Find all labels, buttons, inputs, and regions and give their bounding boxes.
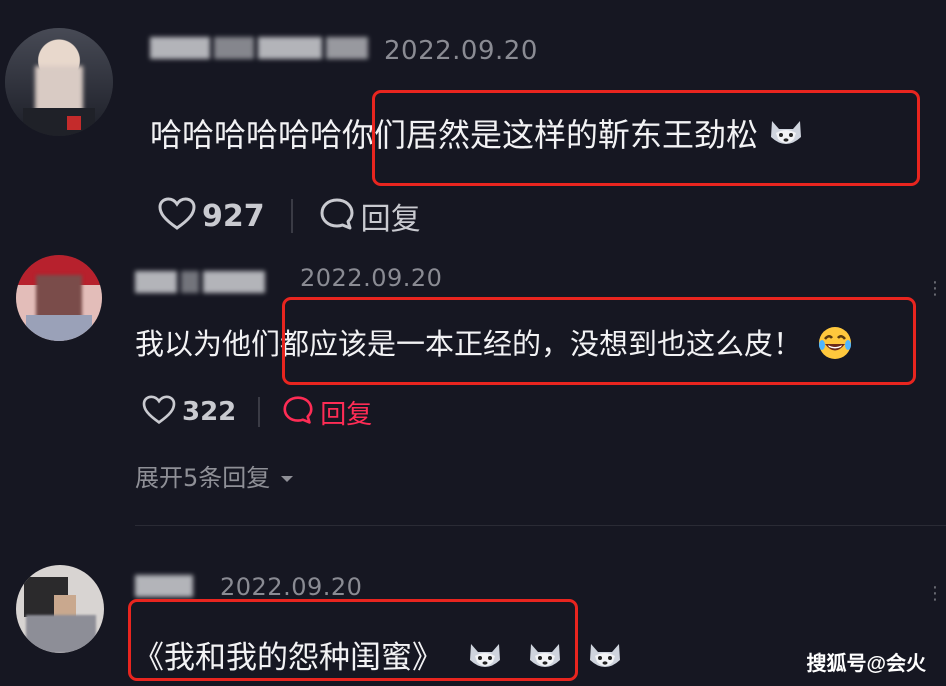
comment-2: 2022.09.20 ⋮ 我以为他们都应该是一本正经的，没想到也这么皮！ 322… — [0, 250, 946, 535]
comment-text-plain: 哈哈哈哈哈哈 — [150, 116, 343, 154]
avatar[interactable] — [5, 28, 113, 136]
username-blurred[interactable] — [150, 33, 368, 63]
reply-button[interactable]: 回复 — [319, 194, 421, 238]
highlight-box — [372, 90, 920, 186]
action-separator — [290, 199, 293, 233]
username-blurred[interactable] — [135, 267, 265, 297]
comment-bubble-icon — [319, 197, 355, 235]
like-button[interactable]: 322 — [142, 395, 236, 429]
heart-icon — [158, 197, 196, 235]
comment-1: 2022.09.20 哈哈哈哈哈哈你们居然是这样的靳东王劲松 927 回复 — [0, 0, 946, 250]
comment-3: 2022.09.20 ⋮ 《我和我的怨种闺蜜》 — [0, 535, 946, 686]
comment-divider — [135, 525, 946, 526]
heart-icon — [142, 395, 176, 429]
watermark: 搜狐号@会火 — [806, 653, 926, 675]
husky-emoji — [587, 640, 623, 680]
comment-bubble-icon — [282, 395, 314, 429]
comment-actions: 927 回复 — [158, 194, 421, 238]
like-count: 322 — [182, 397, 237, 427]
expand-replies-button[interactable]: 展开5条回复 — [135, 458, 294, 493]
like-count: 927 — [202, 198, 265, 234]
comment-date: 2022.09.20 — [220, 573, 363, 601]
reply-label: 回复 — [360, 202, 421, 237]
caret-down-icon — [280, 462, 294, 490]
comment-date: 2022.09.20 — [300, 264, 443, 292]
more-options-button[interactable]: ⋮ — [926, 278, 945, 299]
avatar[interactable] — [16, 565, 104, 653]
username-blurred[interactable] — [135, 571, 193, 601]
action-separator — [258, 397, 261, 427]
like-button[interactable]: 927 — [158, 197, 265, 235]
highlight-box — [282, 297, 916, 385]
reply-button-active[interactable]: 回复 — [282, 394, 372, 431]
comment-date: 2022.09.20 — [384, 36, 538, 66]
comment-actions: 322 回复 — [142, 394, 372, 430]
avatar[interactable] — [16, 255, 102, 341]
more-options-button[interactable]: ⋮ — [926, 583, 945, 604]
comment-text-plain: 我以为他们 — [135, 327, 281, 361]
expand-replies-label: 展开5条回复 — [135, 464, 271, 492]
reply-label: 回复 — [320, 399, 373, 430]
highlight-box — [128, 599, 578, 681]
